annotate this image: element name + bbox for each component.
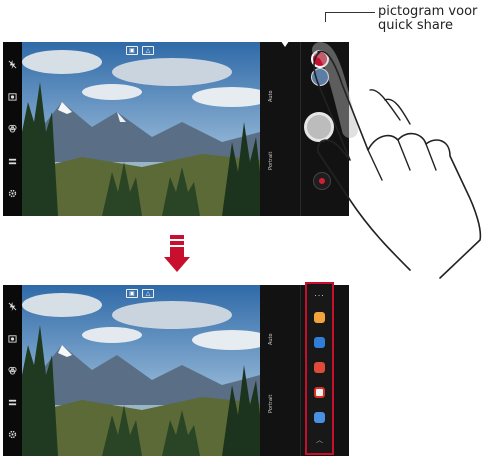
camera-screen-after: ▣ △ Auto Portrait bbox=[3, 285, 349, 456]
top-indicators: ▣ △ bbox=[126, 46, 154, 55]
mountain-landscape-image bbox=[22, 42, 260, 216]
filter-icon[interactable] bbox=[8, 124, 17, 134]
hand-gesture-illustration bbox=[312, 42, 482, 279]
filter-icon[interactable] bbox=[8, 366, 17, 375]
mountain-landscape-image-2 bbox=[22, 285, 260, 456]
hdr-icon[interactable]: ▣ bbox=[126, 289, 138, 298]
gmail-app-icon[interactable] bbox=[314, 387, 325, 398]
mode-icon[interactable] bbox=[8, 334, 17, 343]
camera-preview-2: ▣ △ bbox=[22, 285, 260, 456]
quick-share-illustration: ▣ △ Auto Portrait pictogram voor quick s… bbox=[0, 0, 488, 457]
camera-left-toolbar bbox=[3, 42, 22, 216]
side-label-auto[interactable]: Auto bbox=[268, 90, 274, 102]
flash-off-icon[interactable] bbox=[8, 302, 17, 312]
quick-share-panel: ... ︿ bbox=[305, 282, 334, 455]
camera-left-toolbar-2 bbox=[3, 285, 22, 456]
camera-preview: ▣ △ bbox=[22, 42, 260, 216]
callout-line2: quick share bbox=[378, 18, 453, 33]
side-label-portrait-2[interactable]: Portrait bbox=[268, 395, 274, 413]
contacts-app-icon[interactable] bbox=[314, 337, 325, 348]
callout-line-vertical bbox=[325, 12, 326, 22]
quick-share-callout: pictogram voor quick share bbox=[378, 5, 477, 33]
callout-line1: pictogram voor bbox=[378, 4, 478, 19]
shape-icon[interactable]: △ bbox=[142, 46, 154, 55]
callout-line bbox=[325, 12, 375, 13]
settings-icon[interactable] bbox=[8, 430, 17, 439]
flash-off-icon[interactable] bbox=[8, 59, 17, 69]
menu-icon[interactable] bbox=[8, 398, 17, 407]
settings-icon[interactable] bbox=[8, 189, 17, 198]
transition-arrow-icon bbox=[164, 235, 190, 272]
notes-app-icon[interactable] bbox=[314, 312, 325, 323]
panel-divider-2 bbox=[300, 285, 301, 456]
messages-app-icon[interactable] bbox=[314, 412, 325, 423]
side-label-auto-2[interactable]: Auto bbox=[268, 333, 274, 345]
menu-icon[interactable] bbox=[8, 157, 17, 166]
side-label-portrait[interactable]: Portrait bbox=[268, 152, 274, 170]
top-indicators-2: ▣ △ bbox=[126, 289, 154, 298]
mode-icon[interactable] bbox=[8, 92, 17, 101]
shape-icon[interactable]: △ bbox=[142, 289, 154, 298]
photo-editor-app-icon[interactable] bbox=[314, 362, 325, 373]
more-options-icon[interactable]: ... bbox=[314, 290, 325, 298]
chevron-up-icon[interactable]: ︿ bbox=[316, 437, 323, 444]
hdr-icon[interactable]: ▣ bbox=[126, 46, 138, 55]
